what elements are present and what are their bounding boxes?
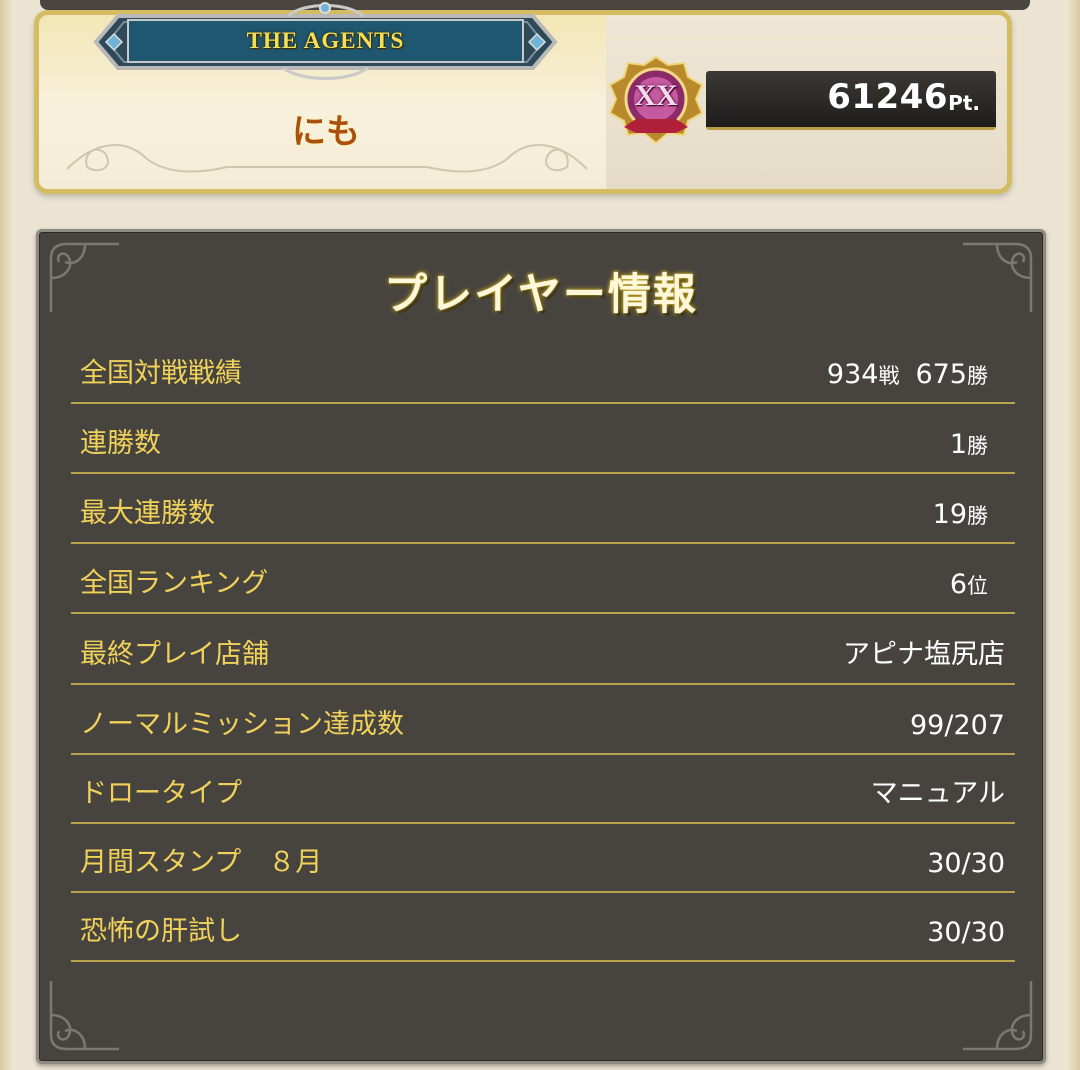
player-info-panel: プレイヤー情報 全国対戦戦績 934戦 675勝 連勝数 1勝 最大連勝数 19勝… — [36, 229, 1046, 1064]
info-row-value: 30/30 — [927, 848, 1005, 879]
win-streak-count: 1 — [949, 429, 967, 460]
points-value: 61246 — [827, 77, 948, 117]
info-row-draw-type: ドロータイプ マニュアル — [71, 752, 1015, 824]
info-row-label: ノーマルミッション達成数 — [80, 709, 404, 740]
info-row-value: 1勝 — [950, 429, 988, 460]
info-row-value: 6位 — [950, 569, 988, 600]
title-plate-text: THE AGENTS — [246, 28, 405, 53]
page-edge-right — [1066, 0, 1080, 1070]
info-row-last-played-store: 最終プレイ店舗 アピナ塩尻店 — [71, 613, 1015, 685]
info-row-max-win-streak: 最大連勝数 19勝 — [71, 472, 1015, 544]
info-row-label: ドロータイプ — [80, 778, 242, 809]
info-row-value: アピナ塩尻店 — [843, 639, 1005, 670]
info-row-label: 恐怖の肝試し — [80, 916, 242, 947]
info-row-normal-missions: ノーマルミッション達成数 99/207 — [71, 683, 1015, 755]
info-row-value: 30/30 — [927, 917, 1005, 948]
info-row-win-streak: 連勝数 1勝 — [71, 402, 1015, 474]
info-row-label: 全国対戦戦績 — [80, 358, 242, 389]
info-row-label: 連勝数 — [80, 428, 161, 459]
points-unit: Pt. — [948, 91, 980, 115]
rank-emblem: XX — [606, 53, 706, 145]
player-name: にも — [292, 112, 360, 152]
corner-ornament-icon — [963, 981, 1033, 1051]
panel-title: プレイヤー情報 — [384, 270, 698, 320]
battles-unit: 戦 — [878, 364, 900, 388]
wins-count: 675 — [915, 359, 967, 390]
wins-unit: 勝 — [967, 364, 988, 388]
corner-ornament-icon — [49, 981, 119, 1051]
title-plate: THE AGENTS — [88, 2, 563, 88]
battles-count: 934 — [826, 359, 879, 390]
info-row-monthly-stamp: 月間スタンプ ８月 30/30 — [71, 821, 1015, 893]
info-row-label: 最大連勝数 — [80, 498, 215, 529]
info-row-value: 19勝 — [933, 499, 988, 530]
ranking-position: 6 — [949, 569, 967, 600]
page-edge-left — [0, 0, 14, 1070]
info-row-courage-test: 恐怖の肝試し 30/30 — [71, 890, 1015, 962]
info-row-national-ranking: 全国ランキング 6位 — [71, 542, 1015, 614]
info-row-label: 最終プレイ店舗 — [80, 639, 269, 670]
max-win-streak-unit: 勝 — [967, 504, 988, 528]
info-row-value: 99/207 — [910, 710, 1005, 741]
rank-emblem-label: XX — [634, 79, 678, 112]
info-row-label: 月間スタンプ ８月 — [80, 847, 323, 878]
ranking-unit: 位 — [967, 574, 988, 598]
info-row-label: 全国ランキング — [80, 568, 269, 599]
points-bar: 61246 Pt. — [706, 71, 996, 130]
info-row-value: マニュアル — [870, 778, 1005, 809]
win-streak-unit: 勝 — [967, 434, 988, 458]
info-row-value: 934戦 675勝 — [827, 359, 988, 390]
info-row-national-record: 全国対戦戦績 934戦 675勝 — [71, 332, 1015, 404]
max-win-streak-count: 19 — [932, 499, 967, 530]
